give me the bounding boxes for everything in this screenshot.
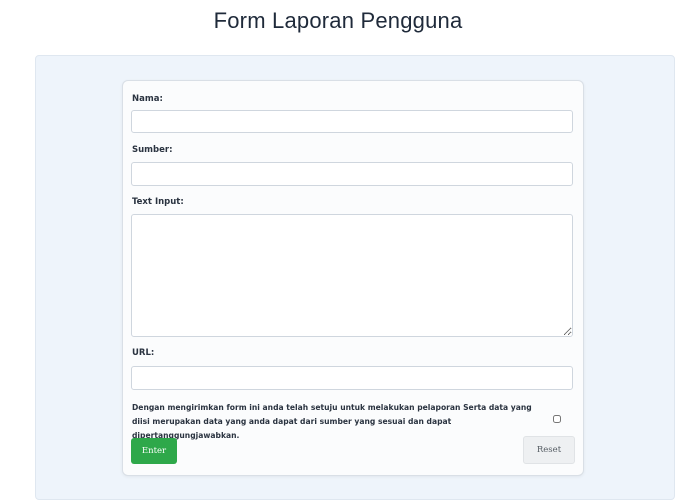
consent-text: Dengan mengirimkan form ini anda telah s… (132, 403, 532, 440)
reset-button[interactable]: Reset (523, 436, 575, 464)
page: Form Laporan Pengguna Nama: Sumber: Text… (0, 0, 676, 504)
enter-button[interactable]: Enter (131, 438, 177, 464)
source-input[interactable] (131, 162, 573, 186)
text-input-label: Text Input: (132, 197, 184, 207)
consent-checkbox[interactable] (553, 415, 561, 423)
page-title: Form Laporan Pengguna (213, 8, 463, 33)
text-input-textarea[interactable] (131, 214, 573, 337)
name-input[interactable] (131, 110, 573, 133)
source-label: Sumber: (132, 145, 173, 155)
url-label: URL: (132, 348, 155, 358)
url-input[interactable] (131, 366, 573, 390)
name-label: Nama: (132, 94, 163, 104)
